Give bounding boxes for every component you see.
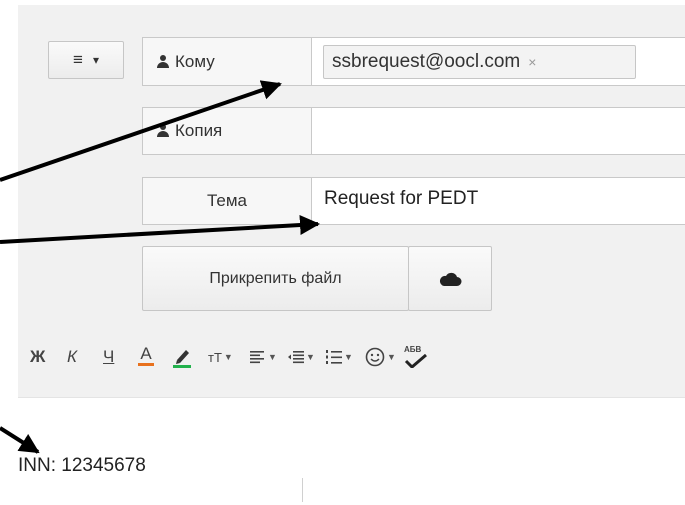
emoji-button[interactable]: ▼	[365, 345, 396, 369]
subject-field[interactable]: Request for PEDT	[311, 177, 685, 225]
person-icon	[157, 124, 169, 138]
align-button[interactable]: ▼	[250, 345, 277, 369]
to-label-button[interactable]: Кому	[142, 37, 312, 86]
spellcheck-label: АБВ	[404, 345, 422, 354]
numbered-list-icon	[326, 350, 342, 364]
text-color-bar	[138, 363, 154, 366]
hamburger-icon: ≡	[73, 50, 83, 69]
cloud-upload-button[interactable]	[408, 246, 492, 311]
underline-button[interactable]: Ч	[103, 345, 114, 369]
subject-label-text: Тема	[206, 191, 248, 210]
recipient-chip: ssbrequest@oocl.com ×	[323, 45, 636, 79]
smiley-icon	[365, 347, 385, 367]
subject-value: Request for PEDT	[324, 188, 479, 209]
chevron-down-icon: ▾	[92, 53, 99, 67]
list-button[interactable]: ▼	[326, 345, 353, 369]
chevron-down-icon: ▼	[223, 352, 233, 362]
font-size-button[interactable]: тТ ▼	[208, 345, 233, 369]
cloud-icon	[439, 272, 462, 286]
person-icon	[157, 54, 169, 69]
italic-button[interactable]: К	[67, 345, 77, 369]
indent-button[interactable]: ▼	[288, 345, 315, 369]
to-label: Кому	[175, 51, 215, 71]
attach-file-button[interactable]: Прикрепить файл	[142, 246, 409, 311]
bold-button[interactable]: Ж	[30, 345, 45, 369]
recipient-email: ssbrequest@oocl.com	[332, 51, 521, 72]
body-text: INN: 12345678	[18, 455, 146, 476]
options-menu-button[interactable]: ≡ ▾	[48, 41, 124, 79]
attach-file-label: Прикрепить файл	[209, 269, 342, 287]
italic-icon: К	[67, 347, 78, 366]
chevron-down-icon: ▼	[268, 352, 277, 362]
text-cursor	[302, 478, 303, 502]
align-left-icon	[250, 351, 264, 364]
spellcheck-button[interactable]: АБВ	[404, 345, 428, 369]
remove-recipient-icon[interactable]: ×	[528, 54, 536, 70]
text-color-button[interactable]: А	[138, 345, 154, 369]
font-size-icon: тТ	[208, 349, 222, 365]
indent-icon	[288, 351, 304, 364]
underline-icon: Ч	[103, 347, 115, 366]
cc-label-button[interactable]: Копия	[142, 107, 312, 155]
cc-label: Копия	[175, 121, 223, 140]
text-color-icon: А	[140, 344, 152, 363]
subject-label: Тема	[142, 177, 312, 225]
chevron-down-icon: ▼	[387, 352, 396, 362]
chevron-down-icon: ▼	[344, 352, 353, 362]
highlight-button[interactable]	[172, 345, 192, 369]
message-body[interactable]: INN: 12345678	[18, 398, 685, 505]
marker-icon	[173, 350, 191, 368]
check-icon	[404, 354, 427, 368]
bold-icon: Ж	[30, 347, 46, 366]
cc-field[interactable]	[311, 107, 685, 155]
chevron-down-icon: ▼	[306, 352, 315, 362]
